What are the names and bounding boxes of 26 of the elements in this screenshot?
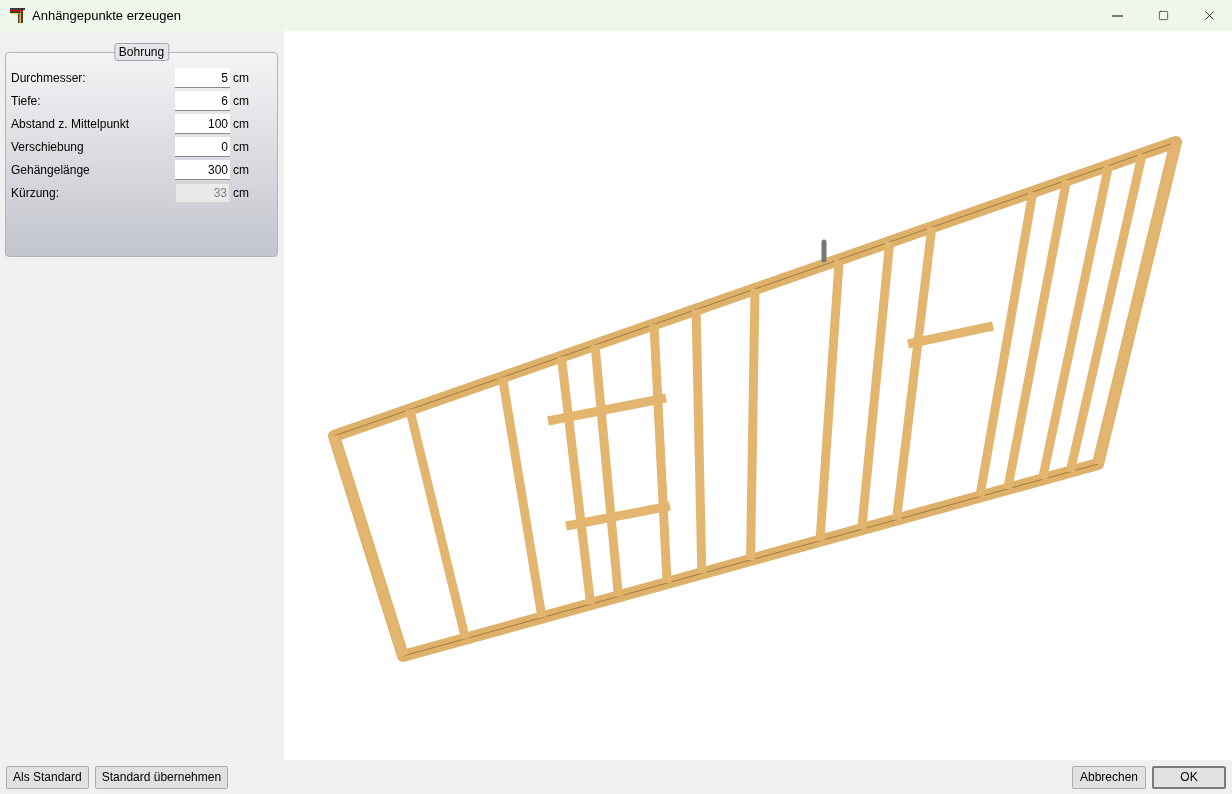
footer-button[interactable]: Standard übernehmen (94, 765, 229, 789)
dialog-button[interactable]: OK (1152, 765, 1226, 789)
field-label: Kürzung: (11, 185, 61, 202)
dialog-button[interactable]: Abbrechen (1072, 765, 1146, 789)
field-label: Verschiebung (11, 139, 85, 156)
unit-label: cm (232, 162, 250, 179)
input-field[interactable]: 300 (175, 160, 230, 180)
minimize-icon (1111, 14, 1123, 17)
window-title: Anhängepunkte erzeugen (32, 6, 181, 25)
unit-label: cm (232, 93, 250, 110)
input-field[interactable]: 0 (175, 137, 230, 157)
input-field[interactable]: 5 (175, 68, 230, 88)
input-field[interactable]: 6 (175, 91, 230, 111)
field-label: Tiefe: (11, 93, 42, 110)
group-title: Bohrung (113, 43, 170, 61)
unit-label: cm (232, 185, 250, 202)
field-label: Gehängelänge (11, 162, 91, 179)
input-field[interactable]: 100 (175, 114, 230, 134)
maximize-icon (1157, 10, 1169, 21)
unit-label: cm (232, 116, 250, 133)
unit-label: cm (232, 139, 250, 156)
field-label: Durchmesser: (11, 70, 87, 87)
app-logo-icon (9, 6, 27, 25)
footer-button[interactable]: Als Standard (6, 765, 89, 789)
field-label: Abstand z. Mittelpunkt (11, 116, 131, 133)
unit-label: cm (232, 70, 250, 87)
